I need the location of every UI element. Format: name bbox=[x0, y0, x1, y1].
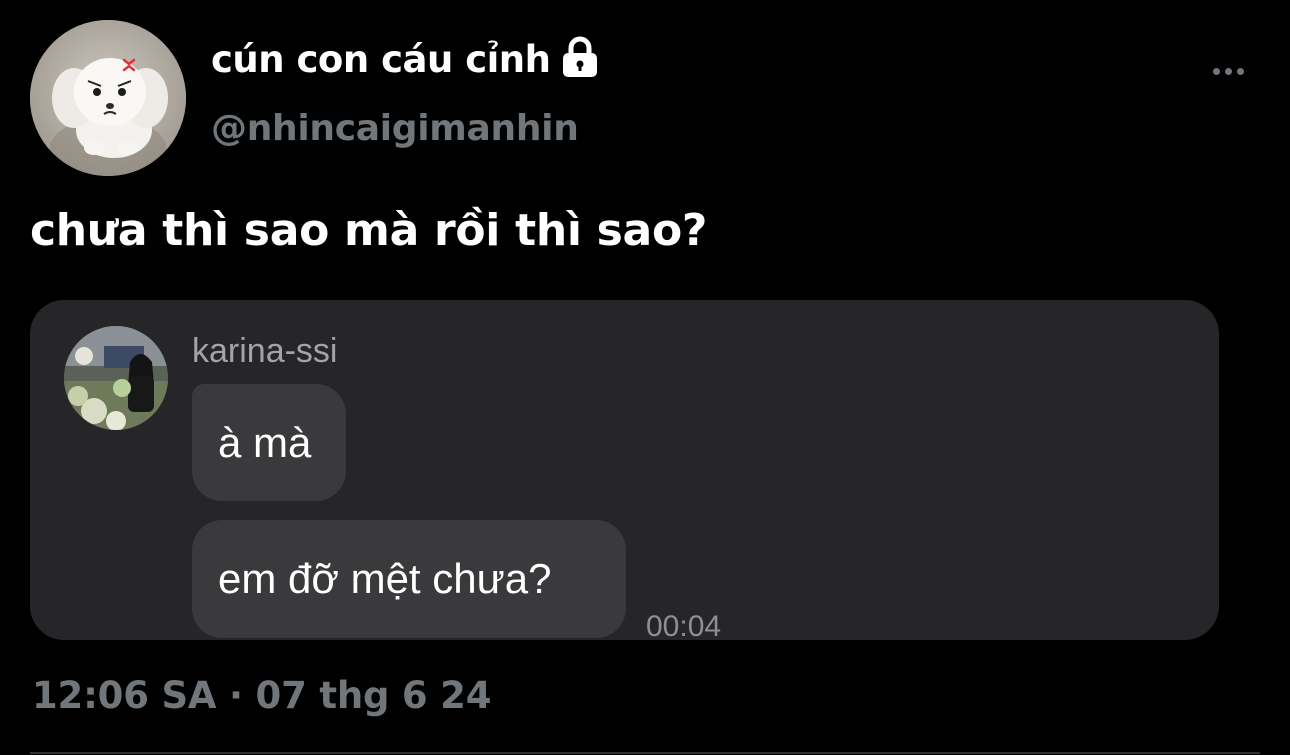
chat-message-text: em đỡ mệt chưa? bbox=[218, 555, 552, 602]
more-dots-icon bbox=[1224, 67, 1232, 75]
profile-avatar[interactable] bbox=[30, 20, 186, 176]
more-dots-icon bbox=[1212, 67, 1220, 75]
display-name[interactable]: cún con cáu cỉnh bbox=[211, 38, 551, 81]
author-name-row: cún con cáu cỉnh bbox=[211, 36, 599, 81]
sender-photo-icon bbox=[64, 326, 168, 430]
tweet-page: cún con cáu cỉnh @nhincaigimanhin chưa t… bbox=[0, 0, 1290, 755]
chat-sender-name: karina-ssi bbox=[192, 332, 338, 370]
chat-message-text: à mà bbox=[218, 418, 312, 466]
lock-icon bbox=[562, 36, 597, 77]
chat-sender-avatar bbox=[64, 326, 168, 430]
chat-message-bubble: à mà bbox=[192, 384, 346, 501]
chat-message-bubble: em đỡ mệt chưa? bbox=[192, 520, 626, 638]
white-puppy-avatar-icon bbox=[30, 20, 186, 176]
chat-message-time: 00:04 bbox=[646, 610, 722, 640]
tweet-timestamp[interactable]: 12:06 SA · 07 thg 6 24 bbox=[32, 674, 491, 717]
more-dots-icon bbox=[1236, 67, 1244, 75]
tweet-text: chưa thì sao mà rồi thì sao? bbox=[30, 205, 708, 256]
user-handle[interactable]: @nhincaigimanhin bbox=[211, 108, 579, 149]
more-options-button[interactable] bbox=[1204, 58, 1252, 84]
divider bbox=[30, 752, 1260, 754]
attached-chat-screenshot[interactable]: karina-ssi à mà em đỡ mệt chưa? 00:04 bbox=[30, 300, 1219, 640]
